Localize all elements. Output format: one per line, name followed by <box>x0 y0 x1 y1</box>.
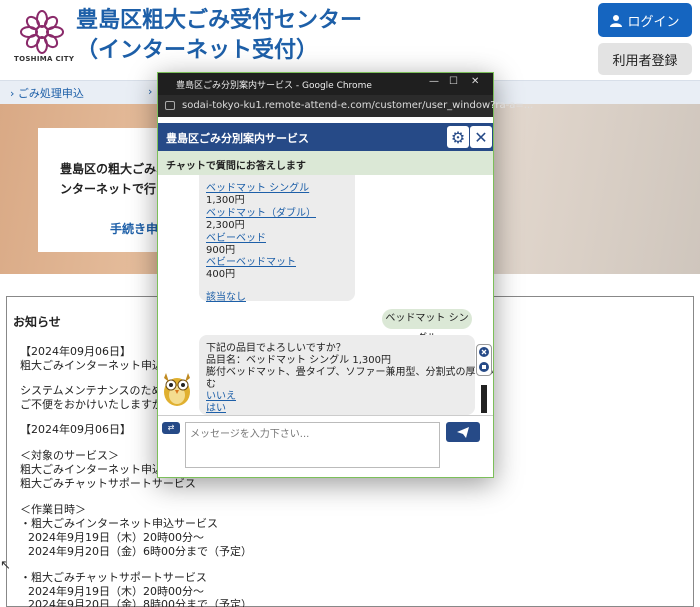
maximize-icon[interactable]: ☐ <box>449 76 458 87</box>
logo-text: TOSHIMA CITY <box>14 55 75 63</box>
hero-line2: ンターネットで行う <box>60 182 169 196</box>
close-window-icon[interactable]: ✕ <box>471 76 479 87</box>
side-toolbar-icons <box>479 347 489 372</box>
option-none[interactable]: 該当なし <box>206 288 246 303</box>
option-price: 400円 <box>206 269 236 280</box>
paper-plane-icon <box>457 426 469 438</box>
chat-header: 豊島区ごみ分別案内サービス ⚙ ✕ <box>158 123 493 151</box>
chat-subheader-text: チャットで質問にお答えします <box>166 161 306 172</box>
site-info-icon[interactable] <box>165 101 175 110</box>
nav-item-label: ごみ処理申込 <box>17 87 84 100</box>
site-title-line2: （インターネット受付） <box>76 38 319 63</box>
site-title-line1: 豊島区粗大ごみ受付センター <box>76 8 363 33</box>
address-bar[interactable]: sodai-tokyo-ku1.remote-attend-e.com/cust… <box>158 95 533 117</box>
scrollbar-thumb[interactable] <box>481 385 487 413</box>
register-button[interactable]: 利用者登録 <box>598 43 692 75</box>
chat-title: 豊島区ごみ分別案内サービス <box>166 132 309 145</box>
message-input[interactable] <box>186 423 439 445</box>
nav-item-garbage-request[interactable]: › ごみ処理申込 <box>10 85 84 101</box>
chevron-right-icon: › <box>10 87 15 100</box>
window-title: 豊島区ごみ分別案内サービス - Google Chrome <box>176 81 372 91</box>
chevron-right-icon: › <box>148 85 153 98</box>
site-title[interactable]: 豊島区粗大ごみ受付センター （インターネット受付） <box>76 6 362 66</box>
answer-yes-link[interactable]: はい <box>206 399 226 414</box>
site-header: TOSHIMA CITY 豊島区粗大ごみ受付センター （インターネット受付） ロ… <box>0 0 700 80</box>
bot-desc-text: 膨付ベッドマット、畳タイプ、ソファー兼用型、分割式の厚マットレスを含 <box>206 367 493 378</box>
notice-title: お知らせ <box>13 315 61 329</box>
window-titlebar[interactable]: 豊島区ごみ分別案内サービス - Google Chrome — ☐ ✕ <box>158 73 493 95</box>
send-button[interactable] <box>446 422 480 442</box>
attach-icon[interactable]: ⇄ <box>162 422 180 434</box>
chat-subheader: チャットで質問にお答えします <box>158 151 493 175</box>
side-toolbar <box>476 344 492 376</box>
chat-popup-window: 豊島区ごみ分別案内サービス - Google Chrome — ☐ ✕ soda… <box>157 72 533 478</box>
message-input-box[interactable] <box>185 422 440 468</box>
chat-scrollbar[interactable] <box>481 175 487 415</box>
user-message-bubble: ベッドマット シングル <box>382 309 472 344</box>
url-text: sodai-tokyo-ku1.remote-attend-e.com/cust… <box>182 100 534 111</box>
notice-line: 2024年9月20日（金）8時00分まで（予定） <box>28 598 252 607</box>
page: TOSHIMA CITY 豊島区粗大ごみ受付センター （インターネット受付） ロ… <box>0 0 700 607</box>
chat-messages[interactable]: ベッドマット シングル 1,300円 ベッドマット（ダブル） 2,300円 ベビ… <box>158 175 493 415</box>
owl-mascot-icon <box>164 373 190 406</box>
close-chat-icon[interactable]: ✕ <box>470 126 492 148</box>
mouse-cursor-icon: ↖ <box>0 558 11 573</box>
user-icon <box>610 14 623 27</box>
notice-line: 【2024年09月06日】 <box>20 423 131 436</box>
hero-line1: 豊島区の粗大ごみ収 <box>60 162 169 176</box>
login-button[interactable]: ログイン <box>598 3 692 37</box>
notice-line: 2024年9月20日（金）6時00分まで（予定） <box>28 545 252 558</box>
settings-gear-icon[interactable]: ⚙ <box>447 126 469 148</box>
nav-item-second[interactable]: › <box>148 85 152 98</box>
login-label: ログイン <box>627 14 680 30</box>
chat-input-area: ⇄ <box>158 415 493 477</box>
minimize-icon[interactable]: — <box>429 76 439 87</box>
